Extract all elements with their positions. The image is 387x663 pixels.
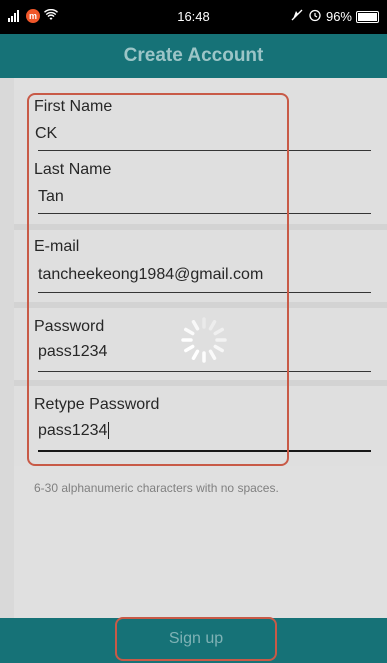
battery-icon <box>356 10 379 23</box>
loading-spinner-icon <box>181 317 227 363</box>
mute-icon <box>290 8 304 25</box>
page-title: Create Account <box>0 34 387 78</box>
status-right: 96% <box>290 8 379 25</box>
status-bar: m 16:48 96% <box>0 0 387 34</box>
alarm-icon <box>308 8 322 25</box>
battery-percent: 96% <box>325 9 352 24</box>
sign-up-button[interactable]: Sign up <box>115 617 277 661</box>
footer-left-edge <box>0 618 14 663</box>
left-edge-strip <box>0 78 14 618</box>
form-highlight <box>27 93 289 466</box>
screen: m 16:48 96% Create Account First Name CK… <box>0 0 387 663</box>
